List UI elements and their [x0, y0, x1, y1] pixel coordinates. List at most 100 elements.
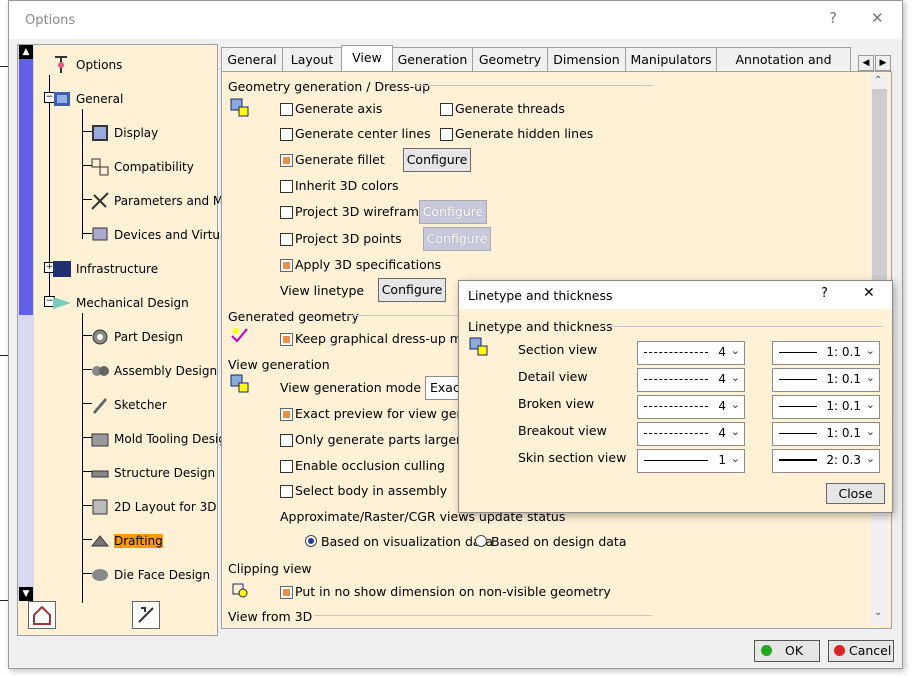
- no-show-dimension-checkbox[interactable]: [280, 586, 293, 599]
- generate-center-lines-checkbox[interactable]: [280, 128, 293, 141]
- mechanical-design-icon: [52, 293, 72, 313]
- tree-item-compatibility[interactable]: Compatibility: [90, 155, 194, 179]
- tree-item-structure-design[interactable]: Structure Design: [90, 461, 215, 485]
- section-view-thickness-select[interactable]: 1: 0.1 ⌄: [772, 341, 880, 365]
- inherit-3d-colors-label: Inherit 3D colors: [295, 178, 399, 193]
- configure-linetype-button[interactable]: Configure: [378, 278, 446, 302]
- enable-occlusion-checkbox[interactable]: [280, 460, 293, 473]
- project-3d-wireframe-label: Project 3D wireframe: [295, 204, 427, 219]
- generate-axis-label: Generate axis: [295, 101, 383, 116]
- tree-item-assembly-design[interactable]: Assembly Design: [90, 359, 217, 383]
- popup-help-icon[interactable]: ?: [821, 286, 828, 301]
- tab-layout[interactable]: Layout: [282, 47, 342, 72]
- tree-item-general[interactable]: General: [52, 87, 123, 111]
- keep-dressup-checkbox[interactable]: [280, 333, 293, 346]
- tab-scroll-left-icon[interactable]: ◀: [858, 55, 874, 71]
- tab-dimension[interactable]: Dimension: [547, 47, 626, 72]
- chevron-down-icon: ⌄: [730, 344, 740, 357]
- scroll-thumb[interactable]: [872, 89, 887, 301]
- home-icon[interactable]: [28, 601, 56, 629]
- tab-generation[interactable]: Generation: [392, 47, 473, 72]
- tab-annotation[interactable]: Annotation and Dress-U: [716, 47, 851, 72]
- structure-design-icon: [90, 463, 110, 483]
- close-icon[interactable]: ✕: [871, 9, 884, 27]
- skin-section-view-thickness-select[interactable]: 2: 0.3 ⌄: [772, 449, 880, 473]
- view-generation-icon: [230, 374, 250, 394]
- generate-threads-checkbox[interactable]: [440, 103, 453, 116]
- tree-item-mold-tooling[interactable]: Mold Tooling Design: [90, 427, 234, 451]
- section-generated-title: Generated geometry: [228, 309, 359, 324]
- project-3d-points-label: Project 3D points: [295, 231, 402, 246]
- popup-close-icon[interactable]: ✕: [863, 285, 875, 301]
- gear-icon: [90, 327, 110, 347]
- tree-item-part-design[interactable]: Part Design: [90, 325, 183, 349]
- section-view-from-3d-title: View from 3D: [228, 609, 313, 624]
- based-visualization-radio[interactable]: [305, 535, 317, 547]
- tab-view[interactable]: View: [341, 45, 393, 73]
- help-icon[interactable]: ?: [829, 9, 837, 27]
- tree-item-sketcher[interactable]: Sketcher: [90, 393, 167, 417]
- tree-scrollbar[interactable]: ▲ ▼: [18, 45, 34, 601]
- generate-fillet-checkbox[interactable]: [280, 154, 293, 167]
- tree-item-display[interactable]: Display: [90, 121, 158, 145]
- inherit-3d-colors-checkbox[interactable]: [280, 180, 293, 193]
- title-bar: Options ? ✕: [9, 1, 902, 39]
- popup-close-button[interactable]: Close: [826, 483, 885, 504]
- devices-icon: [90, 225, 110, 245]
- generate-threads-label: Generate threads: [455, 101, 565, 116]
- linetype-thickness-dialog: Linetype and thickness ? ✕ Linetype and …: [458, 280, 893, 513]
- tree-item-mechanical-design[interactable]: Mechanical Design: [52, 291, 189, 315]
- tree-item-die-face-design[interactable]: Die Face Design: [90, 563, 210, 587]
- scroll-up-icon[interactable]: ▲: [19, 45, 33, 59]
- skin-section-view-linetype-select[interactable]: 1 ⌄: [637, 449, 745, 473]
- generate-fillet-label: Generate fillet: [295, 152, 385, 167]
- ok-button[interactable]: OK: [754, 640, 820, 662]
- popup-title: Linetype and thickness: [468, 288, 613, 303]
- popup-title-bar: Linetype and thickness ? ✕: [459, 281, 892, 309]
- view-linetype-label: View linetype: [280, 283, 365, 298]
- project-3d-wireframe-checkbox[interactable]: [280, 206, 293, 219]
- breakout-view-thickness-select[interactable]: 1: 0.1 ⌄: [772, 422, 880, 446]
- tab-manipulators[interactable]: Manipulators: [625, 47, 717, 72]
- tree-item-devices[interactable]: Devices and Virtual R: [90, 223, 243, 247]
- generate-hidden-lines-checkbox[interactable]: [440, 128, 453, 141]
- tree-item-options[interactable]: Options: [52, 53, 122, 77]
- no-show-dimension-label: Put in no show dimension on non-visible …: [295, 584, 611, 599]
- section-view-linetype-select[interactable]: 4 ⌄: [637, 341, 745, 365]
- based-design-label: Based on design data: [491, 534, 627, 549]
- detail-view-linetype-select[interactable]: 4 ⌄: [637, 368, 745, 392]
- tab-geometry[interactable]: Geometry: [472, 47, 548, 72]
- section-view-label: Section view: [518, 342, 598, 357]
- parameters-icon: [90, 191, 110, 211]
- select-body-checkbox[interactable]: [280, 485, 293, 498]
- generate-axis-checkbox[interactable]: [280, 103, 293, 116]
- tree-item-infrastructure[interactable]: Infrastructure: [52, 257, 158, 281]
- options-icon: [52, 55, 72, 75]
- chevron-down-icon: ⌄: [730, 452, 740, 465]
- skin-section-view-label: Skin section view: [518, 450, 627, 465]
- scroll-down-icon[interactable]: ▼: [19, 587, 33, 601]
- scroll-down-icon[interactable]: ⌄: [874, 607, 882, 618]
- tab-general[interactable]: General: [221, 47, 283, 72]
- scroll-thumb[interactable]: [19, 59, 33, 315]
- based-design-radio[interactable]: [475, 535, 487, 547]
- configure-fillet-button[interactable]: Configure: [403, 148, 471, 172]
- breakout-view-linetype-select[interactable]: 4 ⌄: [637, 422, 745, 446]
- dressup-icon: [230, 326, 250, 346]
- settings-tool-icon[interactable]: [132, 601, 160, 629]
- configure-points-button[interactable]: Configure: [423, 227, 491, 251]
- broken-view-linetype-select[interactable]: 4 ⌄: [637, 395, 745, 419]
- apply-3d-specifications-checkbox[interactable]: [280, 259, 293, 272]
- configure-wireframe-button[interactable]: Configure: [419, 200, 487, 224]
- scroll-up-icon[interactable]: ⌃: [874, 75, 882, 86]
- exact-preview-checkbox[interactable]: [280, 408, 293, 421]
- broken-view-thickness-select[interactable]: 1: 0.1 ⌄: [772, 395, 880, 419]
- select-body-label: Select body in assembly: [295, 483, 448, 498]
- chevron-down-icon: ⌄: [865, 371, 875, 384]
- detail-view-thickness-select[interactable]: 1: 0.1 ⌄: [772, 368, 880, 392]
- only-generate-parts-checkbox[interactable]: [280, 434, 293, 447]
- tree-item-drafting[interactable]: Drafting: [90, 529, 163, 553]
- cancel-button[interactable]: Cancel: [828, 640, 894, 662]
- project-3d-points-checkbox[interactable]: [280, 233, 293, 246]
- tab-scroll-right-icon[interactable]: ▶: [875, 55, 891, 71]
